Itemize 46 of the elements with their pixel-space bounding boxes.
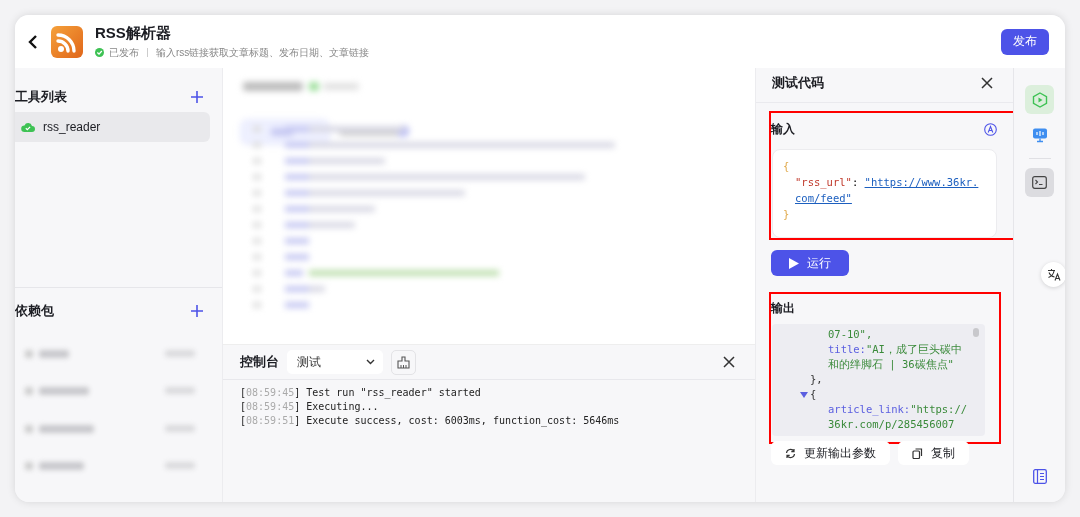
panel-title: 测试代码 <box>772 74 824 92</box>
chevron-down-icon <box>366 359 375 365</box>
translate-icon <box>1046 268 1061 281</box>
copy-icon <box>912 447 923 459</box>
refresh-icon <box>785 447 796 459</box>
output-line: title:"AI，成了巨头碳中和的绊脚石 | 36碳焦点" <box>827 342 963 372</box>
output-line: }, <box>809 372 824 387</box>
letter-a-circle-icon[interactable] <box>984 122 997 136</box>
play-icon <box>789 257 799 269</box>
section-title: 工具列表 <box>15 88 67 106</box>
close-icon[interactable] <box>981 77 993 89</box>
rss-logo-icon <box>51 25 83 58</box>
publish-button[interactable]: 发布 <box>1001 28 1049 55</box>
run-button[interactable]: 运行 <box>771 250 849 276</box>
update-output-button[interactable]: 更新输出参数 <box>771 441 890 465</box>
book-icon[interactable] <box>1032 469 1047 484</box>
console-title: 控制台 <box>240 353 279 371</box>
translate-button[interactable] <box>1041 262 1065 287</box>
back-icon[interactable] <box>27 34 39 49</box>
close-icon[interactable] <box>723 356 735 368</box>
scrollbar-thumb[interactable] <box>973 328 979 337</box>
expanded-caret-icon[interactable] <box>800 391 808 398</box>
section-title: 依赖包 <box>15 302 54 320</box>
output-line: article_link:"https://36kr.com/p/285456007 <box>827 402 969 432</box>
input-json-editor[interactable]: { "rss_url": "https://www.36kr.com/feed" } <box>772 149 997 238</box>
output-line: 07-10", <box>827 327 874 342</box>
clear-button[interactable] <box>391 349 416 375</box>
add-icon[interactable] <box>191 305 203 317</box>
status-label: 已发布 <box>109 45 139 60</box>
output-label: 输出 <box>771 299 795 317</box>
mode-dropdown[interactable]: 测试 <box>287 350 383 374</box>
play-icon <box>1031 91 1048 108</box>
copy-button[interactable]: 复制 <box>898 441 969 465</box>
tool-title: RSS解析器 <box>95 23 172 43</box>
add-icon[interactable] <box>191 91 203 103</box>
terminal-icon <box>1032 176 1047 189</box>
input-label: 输入 <box>771 120 795 138</box>
log-line: [08:59:45] Test run "rss_reader" started <box>240 386 482 400</box>
tool-description: 输入rss链接获取文章标题、发布日期、文章链接 <box>156 45 370 60</box>
terminal-tab[interactable] <box>1025 168 1054 197</box>
output-line: { <box>810 387 817 402</box>
monitor-icon <box>1031 126 1048 143</box>
log-line: [08:59:45] Executing... <box>240 400 380 414</box>
log-line: [08:59:51] Execute success, cost: 6003ms, function_cost: 5646ms <box>240 414 621 428</box>
tool-list-item[interactable]: rss_reader <box>15 112 210 142</box>
brush-icon <box>397 355 410 369</box>
